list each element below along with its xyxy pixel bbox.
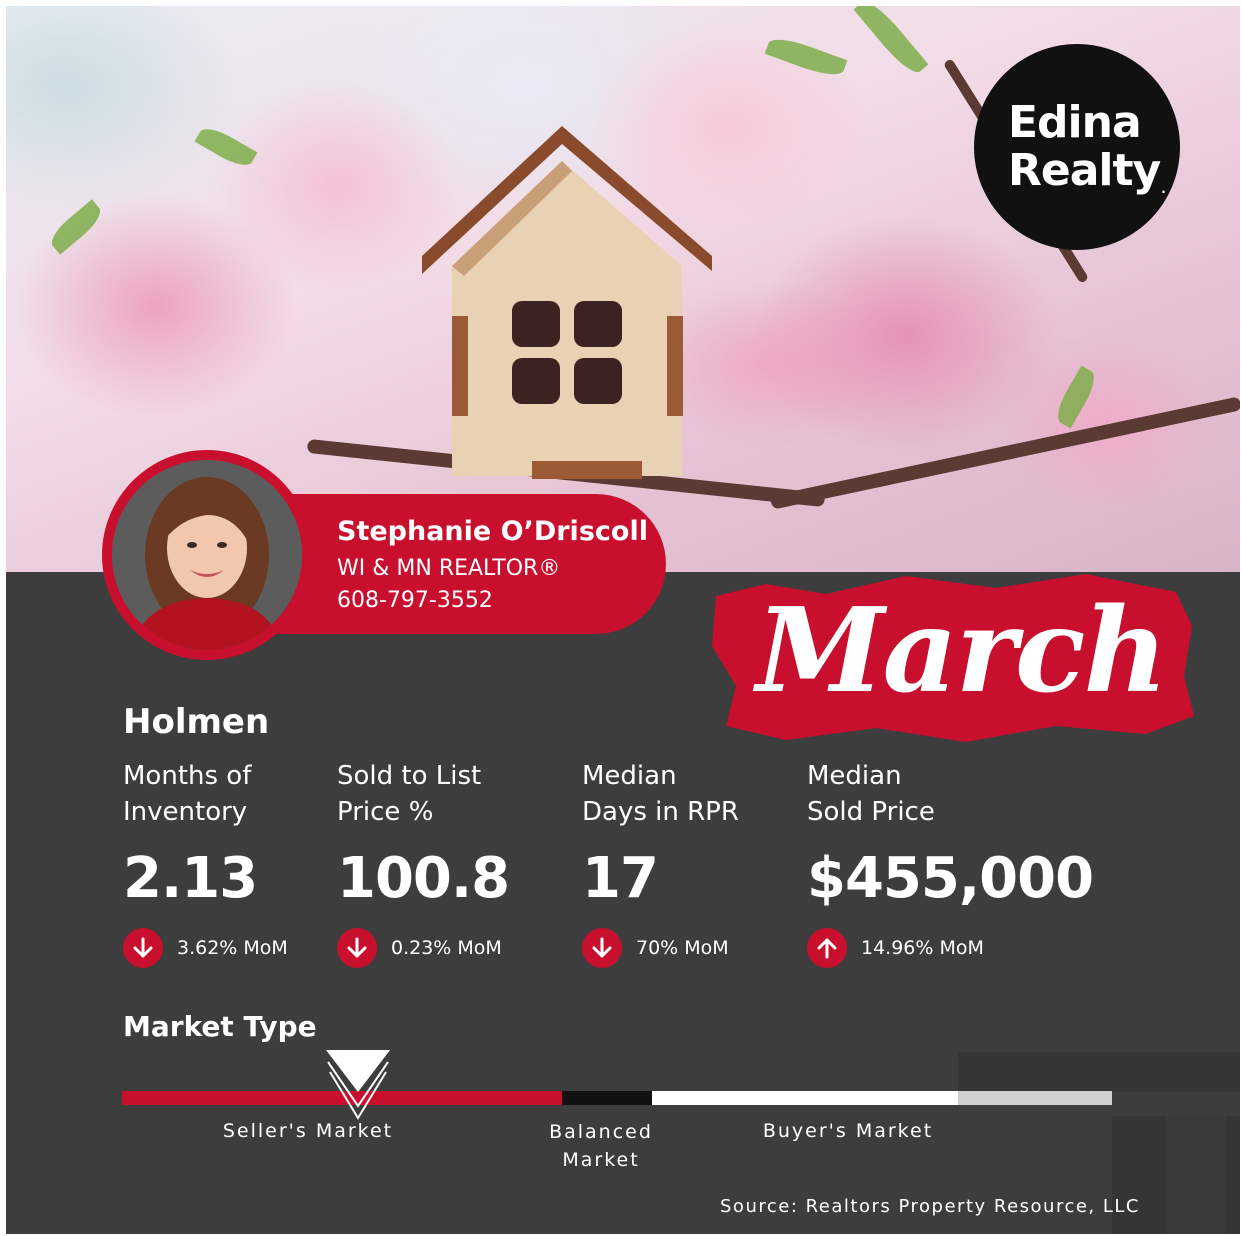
logo-line-2-text: Realty — [1008, 145, 1161, 196]
leaf-decoration — [1051, 365, 1101, 429]
avatar — [112, 460, 302, 650]
stat-label-median-sold-price: Median Sold Price — [807, 758, 1027, 830]
stat-label-line: Days in RPR — [582, 797, 739, 827]
stat-label-months-inventory: Months of Inventory — [123, 758, 343, 830]
label-balanced-line: Balanced — [549, 1121, 653, 1143]
agent-title: WI & MN REALTOR® — [337, 556, 561, 581]
background-block — [1166, 1116, 1226, 1234]
label-balanced-line: Market — [562, 1149, 640, 1171]
label-sellers-market: Seller's Market — [222, 1120, 394, 1142]
market-type-title: Market Type — [123, 1010, 317, 1043]
arrow-down-icon — [582, 928, 622, 968]
stat-change-median-sold-price: 14.96% MoM — [807, 928, 984, 968]
source-citation: Source: Realtors Property Resource, LLC — [720, 1196, 1140, 1217]
month-title: March — [756, 583, 1168, 719]
background-block — [958, 1052, 1240, 1092]
leaf-decoration — [194, 122, 258, 172]
stat-label-line: Price % — [337, 797, 434, 827]
agent-phone: 608-797-3552 — [337, 588, 493, 613]
stat-label-median-days: Median Days in RPR — [582, 758, 802, 830]
stat-change-months-inventory: 3.62% MoM — [123, 928, 288, 968]
market-indicator-triangle-icon — [326, 1050, 390, 1120]
stat-label-line: Months of — [123, 761, 252, 791]
stat-value-months-inventory: 2.13 — [123, 846, 258, 911]
logo-line-2: Realty. — [1008, 145, 1166, 197]
market-bar-balanced — [562, 1091, 652, 1105]
leaf-decoration — [45, 199, 107, 255]
infographic-card: Edina Realty. Stephanie O’Driscoll WI & … — [6, 6, 1240, 1234]
stat-label-line: Sold Price — [807, 797, 935, 827]
stat-value-median-days: 17 — [582, 846, 659, 911]
stat-value-sold-to-list: 100.8 — [337, 846, 510, 911]
stat-label-line: Sold to List — [337, 761, 482, 791]
arrow-down-icon — [337, 928, 377, 968]
change-text: 0.23% MoM — [391, 937, 502, 959]
label-buyers-market: Buyer's Market — [762, 1120, 934, 1142]
change-text: 14.96% MoM — [861, 937, 984, 959]
change-text: 70% MoM — [636, 937, 729, 959]
wooden-house-icon — [422, 126, 712, 479]
edina-realty-logo: Edina Realty. — [974, 44, 1180, 250]
city-name: Holmen — [123, 702, 270, 742]
leaf-decoration — [764, 32, 848, 82]
leaf-decoration — [853, 6, 929, 79]
stat-label-line: Inventory — [123, 797, 248, 827]
agent-name: Stephanie O’Driscoll — [337, 516, 648, 547]
logo-line-1: Edina — [1008, 97, 1142, 148]
arrow-up-icon — [807, 928, 847, 968]
market-bar-buyers-end — [958, 1091, 1112, 1105]
change-text: 3.62% MoM — [177, 937, 288, 959]
stat-label-line: Median — [582, 761, 677, 791]
stat-label-sold-to-list: Sold to List Price % — [337, 758, 557, 830]
stat-value-median-sold-price: $455,000 — [807, 846, 1094, 911]
arrow-down-icon — [123, 928, 163, 968]
branch-decoration — [769, 396, 1240, 510]
stat-label-line: Median — [807, 761, 902, 791]
label-balanced-market: Balanced Market — [526, 1118, 676, 1174]
stat-change-median-days: 70% MoM — [582, 928, 729, 968]
logo-reg-mark: . — [1161, 182, 1165, 196]
stat-change-sold-to-list: 0.23% MoM — [337, 928, 502, 968]
agent-portrait-icon — [112, 460, 302, 650]
